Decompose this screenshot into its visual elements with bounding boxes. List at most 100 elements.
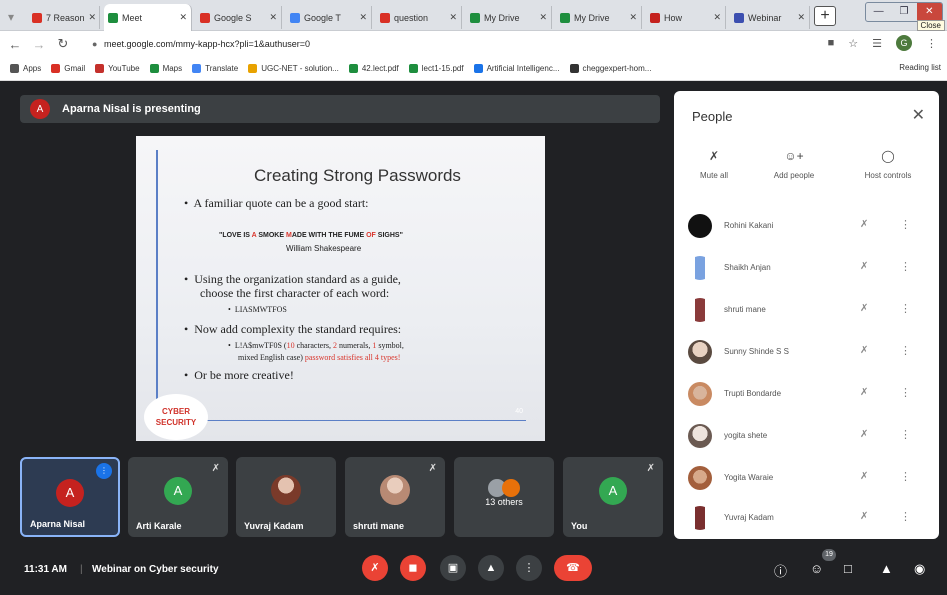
slide-left-rule <box>156 150 158 420</box>
bookmark-gmail[interactable]: Gmail <box>51 64 85 73</box>
participant-row[interactable]: Yuvraj Kadam ✗ ⋮ <box>674 498 939 538</box>
tab-3[interactable]: Google S ✕ <box>196 6 282 29</box>
forward-icon[interactable]: → <box>30 37 48 52</box>
back-icon[interactable]: ← <box>6 37 24 52</box>
more-vert-icon[interactable]: ⋮ <box>900 302 911 315</box>
youtube-icon <box>95 64 105 73</box>
tab-2[interactable]: Meet ✕ <box>104 4 192 31</box>
present-button[interactable]: ▲ <box>478 555 504 581</box>
more-options-button[interactable]: ⋮ <box>516 555 542 581</box>
reading-list-button[interactable]: Reading list <box>899 63 941 72</box>
more-vert-icon[interactable]: ⋮ <box>900 218 911 231</box>
bookmark-youtube[interactable]: YouTube <box>95 64 140 73</box>
window-menu-icon[interactable]: ▾ <box>8 10 24 26</box>
bookmark-lect1-pdf[interactable]: lect1-15.pdf <box>408 64 464 73</box>
participant-row[interactable]: Rohini Kakani ✗ ⋮ <box>674 206 939 246</box>
window-close-icon[interactable]: ✕ <box>916 3 942 21</box>
bookmark-ai[interactable]: Artificial Intelligenc... <box>473 64 560 73</box>
close-tab-icon[interactable]: ✕ <box>709 12 721 23</box>
new-tab-button[interactable]: + <box>814 6 836 26</box>
chat-icon[interactable]: □ <box>844 561 852 576</box>
more-vert-icon[interactable]: ⋮ <box>900 470 911 483</box>
participant-name: Rohini Kakani <box>724 221 774 230</box>
tab-4[interactable]: Google T ✕ <box>286 6 372 29</box>
close-panel-icon[interactable]: ✕ <box>912 105 925 125</box>
mic-off-icon: ✗ <box>646 463 655 474</box>
close-tab-icon[interactable]: ✕ <box>445 12 457 23</box>
bookmark-label: cheggexpert-hom... <box>582 64 652 73</box>
participant-row[interactable]: yogita shete ✗ ⋮ <box>674 416 939 456</box>
camera-toggle-button[interactable]: ◼ <box>400 555 426 581</box>
microphone-toggle-button[interactable]: ✗ <box>362 555 388 581</box>
tab-1[interactable]: 7 Reason ✕ <box>28 6 100 29</box>
meeting-details-icon[interactable]: ⓘ <box>774 561 787 580</box>
reading-mode-icon[interactable]: ☰ <box>872 37 882 50</box>
tile-yuvraj-kadam[interactable]: Yuvraj Kadam <box>236 457 336 537</box>
mic-off-icon: ✗ <box>860 261 869 272</box>
tab-title: 7 Reason <box>46 12 85 23</box>
bookmark-label: Maps <box>162 64 183 73</box>
host-controls-button[interactable]: ◯ Host controls <box>848 149 928 180</box>
participant-row[interactable]: Sunny Shinde S S ✗ ⋮ <box>674 332 939 372</box>
close-tab-icon[interactable]: ✕ <box>265 12 277 23</box>
people-icon[interactable]: ☺ <box>810 561 823 576</box>
more-vert-icon[interactable]: ⋮ <box>900 344 911 357</box>
close-tab-icon[interactable]: ✕ <box>793 12 805 23</box>
close-tab-icon[interactable]: ✕ <box>355 12 367 23</box>
bookmark-maps[interactable]: Maps <box>149 64 183 73</box>
url-bar[interactable]: ● meet.google.com/mmy-kapp-hcx?pli=1&aut… <box>92 35 844 53</box>
captions-button[interactable]: ▣ <box>440 555 466 581</box>
participant-row[interactable]: Trupti Bondarde ✗ ⋮ <box>674 374 939 414</box>
more-vert-icon[interactable]: ⋮ <box>900 260 911 273</box>
participant-name: Arti Karale <box>136 521 182 531</box>
host-controls-icon[interactable]: ◉ <box>914 561 925 577</box>
slide-bullet-text: A familiar quote can be a good start: <box>193 196 369 210</box>
slide-sub-text: password satisfies all 4 types! <box>304 353 401 362</box>
camera-permission-icon[interactable]: ■ <box>828 37 835 49</box>
globe-icon <box>569 64 579 73</box>
tile-you[interactable]: ✗ A You <box>563 457 663 537</box>
mic-off-icon: ✗ <box>860 511 869 522</box>
activities-icon[interactable]: ▲ <box>880 561 893 576</box>
more-vert-icon[interactable]: ⋮ <box>900 428 911 441</box>
participant-row[interactable]: shruti mane ✗ ⋮ <box>674 290 939 330</box>
tab-9[interactable]: Webinar ✕ <box>730 6 810 29</box>
add-people-button[interactable]: ☺+ Add people <box>754 149 834 180</box>
more-vert-icon[interactable]: ⋮ <box>900 386 911 399</box>
more-vert-icon: ⋮ <box>523 562 535 574</box>
bookmark-apps[interactable]: Apps <box>10 64 41 73</box>
participant-avatar <box>688 466 712 490</box>
browser-menu-icon[interactable]: ⋮ <box>926 37 937 50</box>
tab-6[interactable]: My Drive ✕ <box>466 6 552 29</box>
tab-title: Webinar <box>748 12 782 23</box>
bookmark-chegg[interactable]: cheggexpert-hom... <box>569 64 652 73</box>
maximize-icon[interactable]: ❐ <box>891 3 916 21</box>
close-tab-icon[interactable]: ✕ <box>625 12 637 23</box>
bookmark-ugc-net[interactable]: UGC-NET - solution... <box>248 64 339 73</box>
tab-7[interactable]: My Drive ✕ <box>556 6 642 29</box>
cyber-security-badge: CYBER SECURITY <box>144 394 208 440</box>
close-tab-icon[interactable]: ✕ <box>85 12 97 23</box>
more-vert-icon[interactable]: ⋮ <box>900 510 911 523</box>
reload-icon[interactable]: ↻ <box>54 36 72 52</box>
bookmark-lect-pdf[interactable]: 42.lect.pdf <box>348 64 399 73</box>
divider: | <box>80 564 83 575</box>
participant-row[interactable]: Yogita Waraie ✗ ⋮ <box>674 458 939 498</box>
minimize-icon[interactable]: — <box>866 3 891 21</box>
mute-all-label: Mute all <box>699 171 728 180</box>
leave-call-button[interactable]: ☎ <box>554 555 592 581</box>
tile-aparna-nisal[interactable]: ⋮ A Aparna Nisal <box>20 457 120 537</box>
tab-8[interactable]: How ✕ <box>646 6 726 29</box>
close-tab-icon[interactable]: ✕ <box>535 12 547 23</box>
participant-row[interactable]: Shaikh Anjan ✗ ⋮ <box>674 248 939 288</box>
bookmark-star-icon[interactable]: ☆ <box>848 37 858 50</box>
mute-all-button[interactable]: ✗ Mute all <box>674 149 754 180</box>
tile-13-others[interactable]: 13 others <box>454 457 554 537</box>
hang-up-icon: ☎ <box>566 562 580 574</box>
close-tab-icon[interactable]: ✕ <box>175 12 187 23</box>
tile-arti-karale[interactable]: ✗ A Arti Karale <box>128 457 228 537</box>
profile-avatar[interactable]: G <box>896 35 912 51</box>
tile-shruti-mane[interactable]: ✗ shruti mane <box>345 457 445 537</box>
tab-5[interactable]: question ✕ <box>376 6 462 29</box>
bookmark-translate[interactable]: Translate <box>192 64 238 73</box>
